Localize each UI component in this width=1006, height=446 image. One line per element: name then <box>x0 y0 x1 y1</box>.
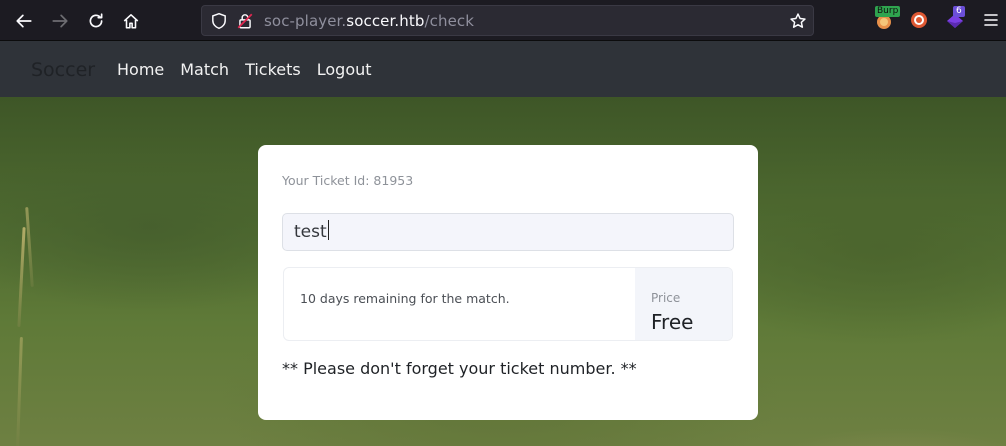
ticket-info-box: 10 days remaining for the match. Price F… <box>283 267 733 341</box>
arrow-left-icon <box>16 14 32 28</box>
url-prefix: soc-player. <box>264 12 347 30</box>
ticket-card: Your Ticket Id: 81953 test 10 days remai… <box>258 145 758 420</box>
nav-match-link[interactable]: Match <box>180 60 229 79</box>
duckduckgo-extension-icon[interactable] <box>908 9 930 31</box>
url-text[interactable]: soc-player.soccer.htb/check <box>264 12 474 30</box>
home-icon <box>123 14 139 29</box>
ticket-id-label: Your Ticket Id: 81953 <box>282 173 414 188</box>
site-brand[interactable]: Soccer <box>31 59 95 81</box>
insecure-lock-icon[interactable] <box>236 12 254 30</box>
back-button[interactable] <box>12 9 36 33</box>
nav-home-link[interactable]: Home <box>117 60 164 79</box>
url-path: /check <box>424 12 475 30</box>
price-value: Free <box>651 310 694 334</box>
reload-icon <box>89 13 103 28</box>
hamburger-menu-icon[interactable] <box>983 10 999 30</box>
grass-stalk <box>16 336 23 446</box>
grass-stalk <box>17 226 26 328</box>
grass-stalk <box>25 206 34 288</box>
ticket-search-input[interactable]: test <box>282 213 734 251</box>
browser-toolbar: soc-player.soccer.htb/check Burp 6 <box>0 0 1006 41</box>
nav-tickets-link[interactable]: Tickets <box>245 60 301 79</box>
nav-links: Home Match Tickets Logout <box>117 60 372 79</box>
arrow-right-icon <box>52 14 68 28</box>
text-caret <box>327 220 329 240</box>
ticket-reminder-text: ** Please don't forget your ticket numbe… <box>282 359 637 378</box>
price-label: Price <box>651 291 681 305</box>
match-remaining-text: 10 days remaining for the match. <box>300 291 510 306</box>
url-bar[interactable]: soc-player.soccer.htb/check <box>201 5 814 36</box>
forward-button[interactable] <box>48 9 72 33</box>
ticket-input-value: test <box>294 222 327 242</box>
extension-counter-badge: 6 <box>953 6 965 17</box>
burp-badge: Burp <box>875 6 901 17</box>
bookmark-star-icon[interactable] <box>789 12 807 30</box>
nav-logout-link[interactable]: Logout <box>317 60 372 79</box>
reload-button[interactable] <box>84 9 108 33</box>
price-panel: Price Free <box>635 268 732 340</box>
shield-icon[interactable] <box>210 12 228 30</box>
url-host: soccer.htb <box>346 12 425 30</box>
site-navbar: Soccer Home Match Tickets Logout <box>0 41 1006 97</box>
home-button[interactable] <box>119 9 143 33</box>
